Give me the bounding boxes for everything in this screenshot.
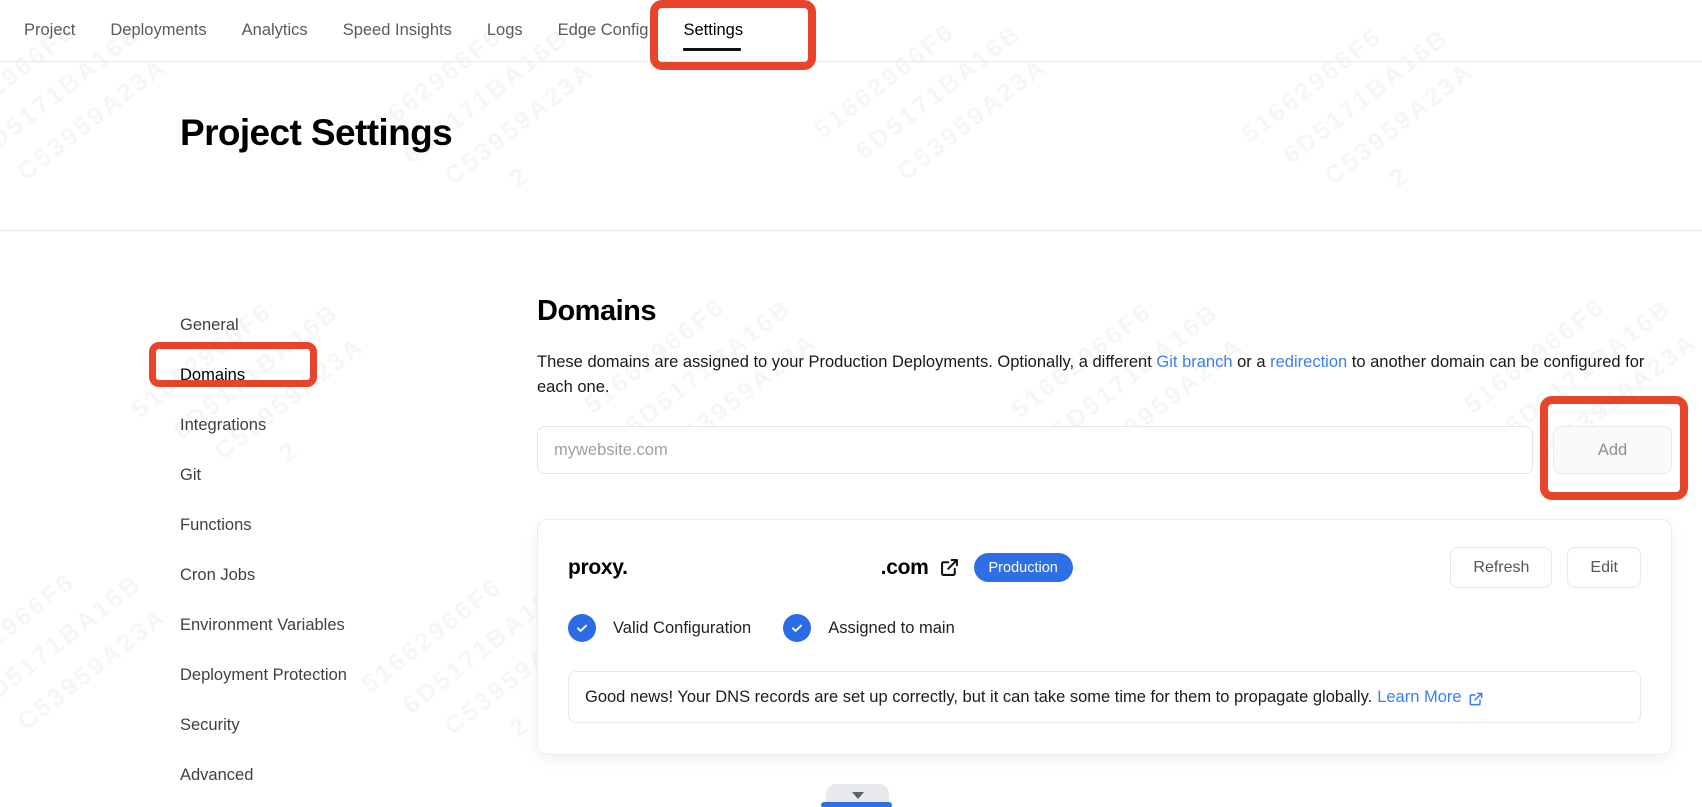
learn-more-link[interactable]: Learn More <box>1377 688 1461 707</box>
sidebar-item-integrations[interactable]: Integrations <box>180 400 266 450</box>
toolbar-accent-bar <box>821 802 892 807</box>
settings-sidebar: General Domains Integrations Git Functio… <box>149 300 450 800</box>
status-assigned-to-main: Assigned to main <box>783 614 955 642</box>
add-domain-row: Add <box>537 396 1688 500</box>
redirection-link[interactable]: redirection <box>1270 353 1347 371</box>
domains-heading: Domains <box>537 295 656 327</box>
external-link-icon[interactable] <box>939 557 960 578</box>
domain-card-header: proxy. .com Production Refresh Edit <box>568 547 1641 588</box>
sidebar-item-domains[interactable]: Domains <box>149 342 317 400</box>
page-header: Project Settings <box>0 62 1702 231</box>
domains-section: Domains These domains are assigned to yo… <box>537 231 1688 755</box>
top-nav: Project Deployments Analytics Speed Insi… <box>0 0 1702 70</box>
watermark-text: 51662966F6 6D5171BA16B C53959A23A <box>0 530 178 766</box>
description-text-2: or a <box>1232 353 1271 371</box>
domain-name-start: proxy. <box>568 555 628 579</box>
description-text-1: These domains are assigned to your Produ… <box>537 353 1157 371</box>
tab-settings[interactable]: Settings <box>650 0 817 70</box>
domain-name-redacted <box>628 573 881 574</box>
sidebar-item-security[interactable]: Security <box>180 700 240 750</box>
domain-card: proxy. .com Production Refresh Edit Vali… <box>537 519 1672 755</box>
tab-deployments[interactable]: Deployments <box>110 21 206 40</box>
refresh-button[interactable]: Refresh <box>1450 547 1553 588</box>
tab-speed-insights[interactable]: Speed Insights <box>343 21 452 40</box>
production-badge: Production <box>973 553 1073 582</box>
tab-edge-config[interactable]: Edge Config <box>558 21 649 40</box>
sidebar-item-deployment-protection[interactable]: Deployment Protection <box>180 650 347 700</box>
chevron-down-icon <box>851 792 864 799</box>
status-label: Valid Configuration <box>613 618 752 637</box>
edit-button[interactable]: Edit <box>1567 547 1641 588</box>
tab-logs[interactable]: Logs <box>487 21 523 40</box>
domain-card-actions: Refresh Edit <box>1450 547 1641 588</box>
git-branch-link[interactable]: Git branch <box>1156 353 1232 371</box>
dns-notice-text: Good news! Your DNS records are set up c… <box>585 687 1373 706</box>
domain-name: proxy. .com <box>568 556 929 580</box>
external-link-icon[interactable] <box>1468 691 1484 707</box>
domain-input[interactable] <box>537 426 1533 474</box>
domain-status-row: Valid Configuration Assigned to main <box>568 614 1641 642</box>
domains-description: These domains are assigned to your Produ… <box>537 350 1672 400</box>
domain-name-end: .com <box>880 555 929 579</box>
add-domain-button[interactable]: Add <box>1540 396 1688 500</box>
check-circle-icon <box>783 614 812 642</box>
sidebar-item-cron-jobs[interactable]: Cron Jobs <box>180 550 255 600</box>
sidebar-item-functions[interactable]: Functions <box>180 500 252 550</box>
tab-analytics[interactable]: Analytics <box>242 21 308 40</box>
sidebar-item-advanced[interactable]: Advanced <box>180 750 253 800</box>
status-label: Assigned to main <box>828 618 955 637</box>
dns-notice: Good news! Your DNS records are set up c… <box>568 671 1641 723</box>
page-title: Project Settings <box>180 112 453 153</box>
tab-project[interactable]: Project <box>24 21 75 40</box>
project-settings-page: 51662966F6 6D5171BA16B C53959A23A5166296… <box>0 0 1702 807</box>
status-valid-configuration: Valid Configuration <box>568 614 751 642</box>
sidebar-item-environment-variables[interactable]: Environment Variables <box>180 600 345 650</box>
check-circle-icon <box>568 614 596 642</box>
sidebar-item-general[interactable]: General <box>180 300 239 350</box>
active-tab-indicator <box>683 47 742 51</box>
sidebar-item-git[interactable]: Git <box>180 450 201 500</box>
tab-settings-label: Settings <box>683 21 744 39</box>
sidebar-item-domains-label: Domains <box>180 365 246 384</box>
add-domain-button-label: Add <box>1597 440 1628 459</box>
